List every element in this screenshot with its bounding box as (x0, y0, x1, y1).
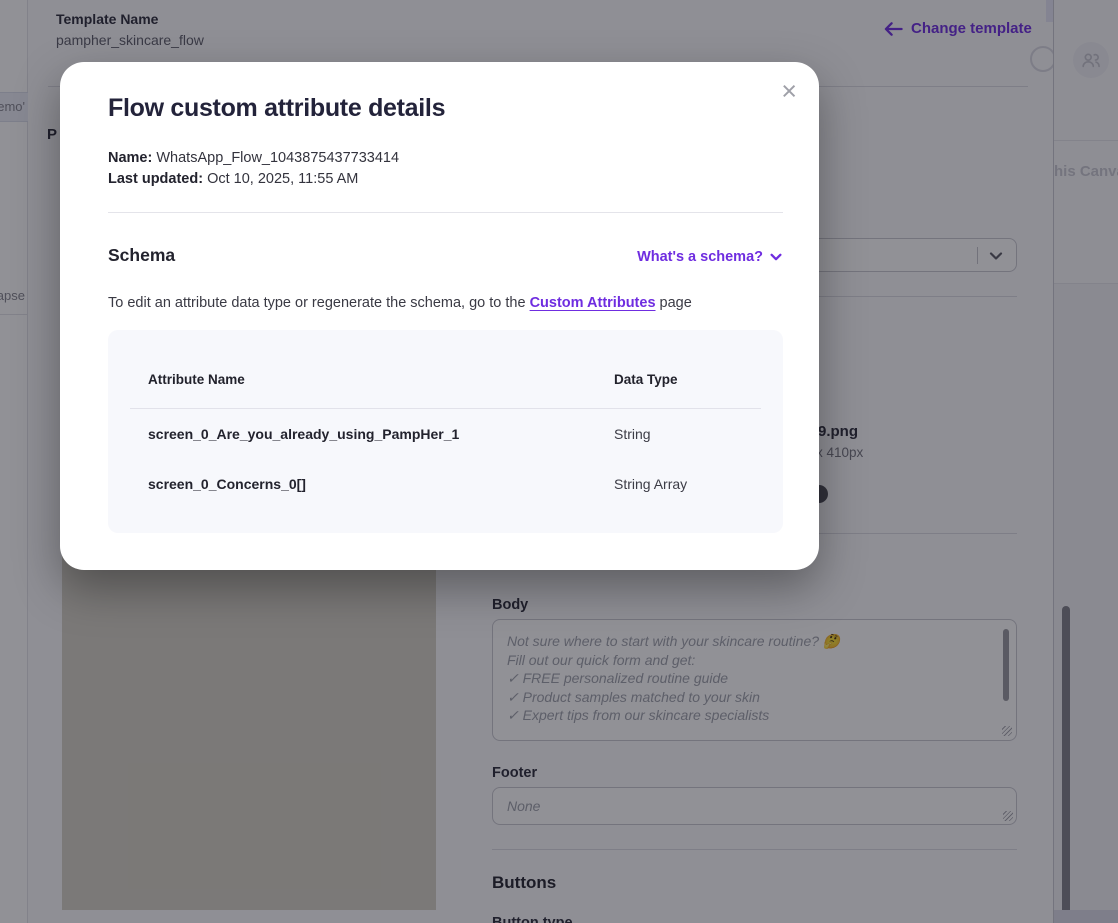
column-header-attribute-name: Attribute Name (148, 372, 245, 387)
modal-title: Flow custom attribute details (108, 94, 445, 123)
close-icon[interactable]: × (781, 78, 797, 105)
flow-name-label: Name: (108, 150, 152, 166)
flow-name-row: Name: WhatsApp_Flow_1043875437733414 (108, 150, 399, 166)
flow-attribute-details-modal: × Flow custom attribute details Name: Wh… (60, 62, 819, 570)
schema-description-prefix: To edit an attribute data type or regene… (108, 295, 530, 311)
modal-divider (108, 212, 783, 213)
attribute-name-cell: screen_0_Are_you_already_using_PampHer_1 (148, 426, 459, 442)
schema-description: To edit an attribute data type or regene… (108, 295, 692, 311)
attribute-name-cell: screen_0_Concerns_0[] (148, 476, 306, 492)
custom-attributes-link[interactable]: Custom Attributes (530, 295, 656, 311)
screen: emo' apse Template Name pampher_skincare… (0, 0, 1118, 923)
last-updated-value: Oct 10, 2025, 11:55 AM (207, 171, 358, 187)
whats-a-schema-label: What's a schema? (637, 249, 763, 265)
schema-heading: Schema (108, 245, 175, 266)
whats-a-schema-link[interactable]: What's a schema? (637, 249, 783, 265)
chevron-down-icon (769, 250, 783, 264)
data-type-cell: String Array (614, 476, 687, 492)
attribute-table: Attribute Name Data Type screen_0_Are_yo… (108, 330, 783, 533)
flow-name-value: WhatsApp_Flow_1043875437733414 (156, 150, 399, 166)
column-header-data-type: Data Type (614, 372, 678, 387)
table-header-divider (130, 408, 761, 409)
last-updated-row: Last updated: Oct 10, 2025, 11:55 AM (108, 171, 358, 187)
schema-description-suffix: page (656, 295, 692, 311)
data-type-cell: String (614, 426, 651, 442)
last-updated-label: Last updated: (108, 171, 203, 187)
